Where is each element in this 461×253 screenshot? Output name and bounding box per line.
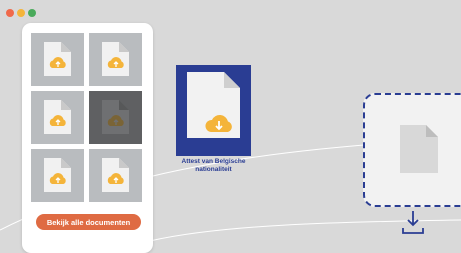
file-upload-icon [102,158,129,192]
file-upload-icon [44,158,71,192]
dropzone[interactable] [363,93,461,207]
document-tile[interactable] [31,33,84,86]
file-upload-icon [44,100,71,134]
caption-line-1: Attest van Belgische [181,158,246,165]
featured-document-caption: Attest van Belgische nationaliteit [165,158,262,174]
document-tile[interactable] [89,149,142,202]
file-upload-icon [102,100,129,134]
file-download-icon [187,72,240,138]
caption-line-2: nationaliteit [195,166,232,173]
maximize-dot[interactable] [28,9,36,17]
minimize-dot[interactable] [17,9,25,17]
close-dot[interactable] [6,9,14,17]
document-tile-selected[interactable] [89,91,142,144]
file-icon [400,125,438,173]
document-grid [31,33,142,202]
file-upload-icon [102,42,129,76]
file-upload-icon [44,42,71,76]
download-tray-icon[interactable] [400,208,426,234]
document-tile[interactable] [31,149,84,202]
document-tile[interactable] [31,91,84,144]
document-tile[interactable] [89,33,142,86]
view-all-documents-button[interactable]: Bekijk alle documenten [36,214,141,230]
window-controls [6,9,36,17]
documents-window: Bekijk alle documenten [22,23,153,253]
featured-document[interactable] [176,65,251,156]
